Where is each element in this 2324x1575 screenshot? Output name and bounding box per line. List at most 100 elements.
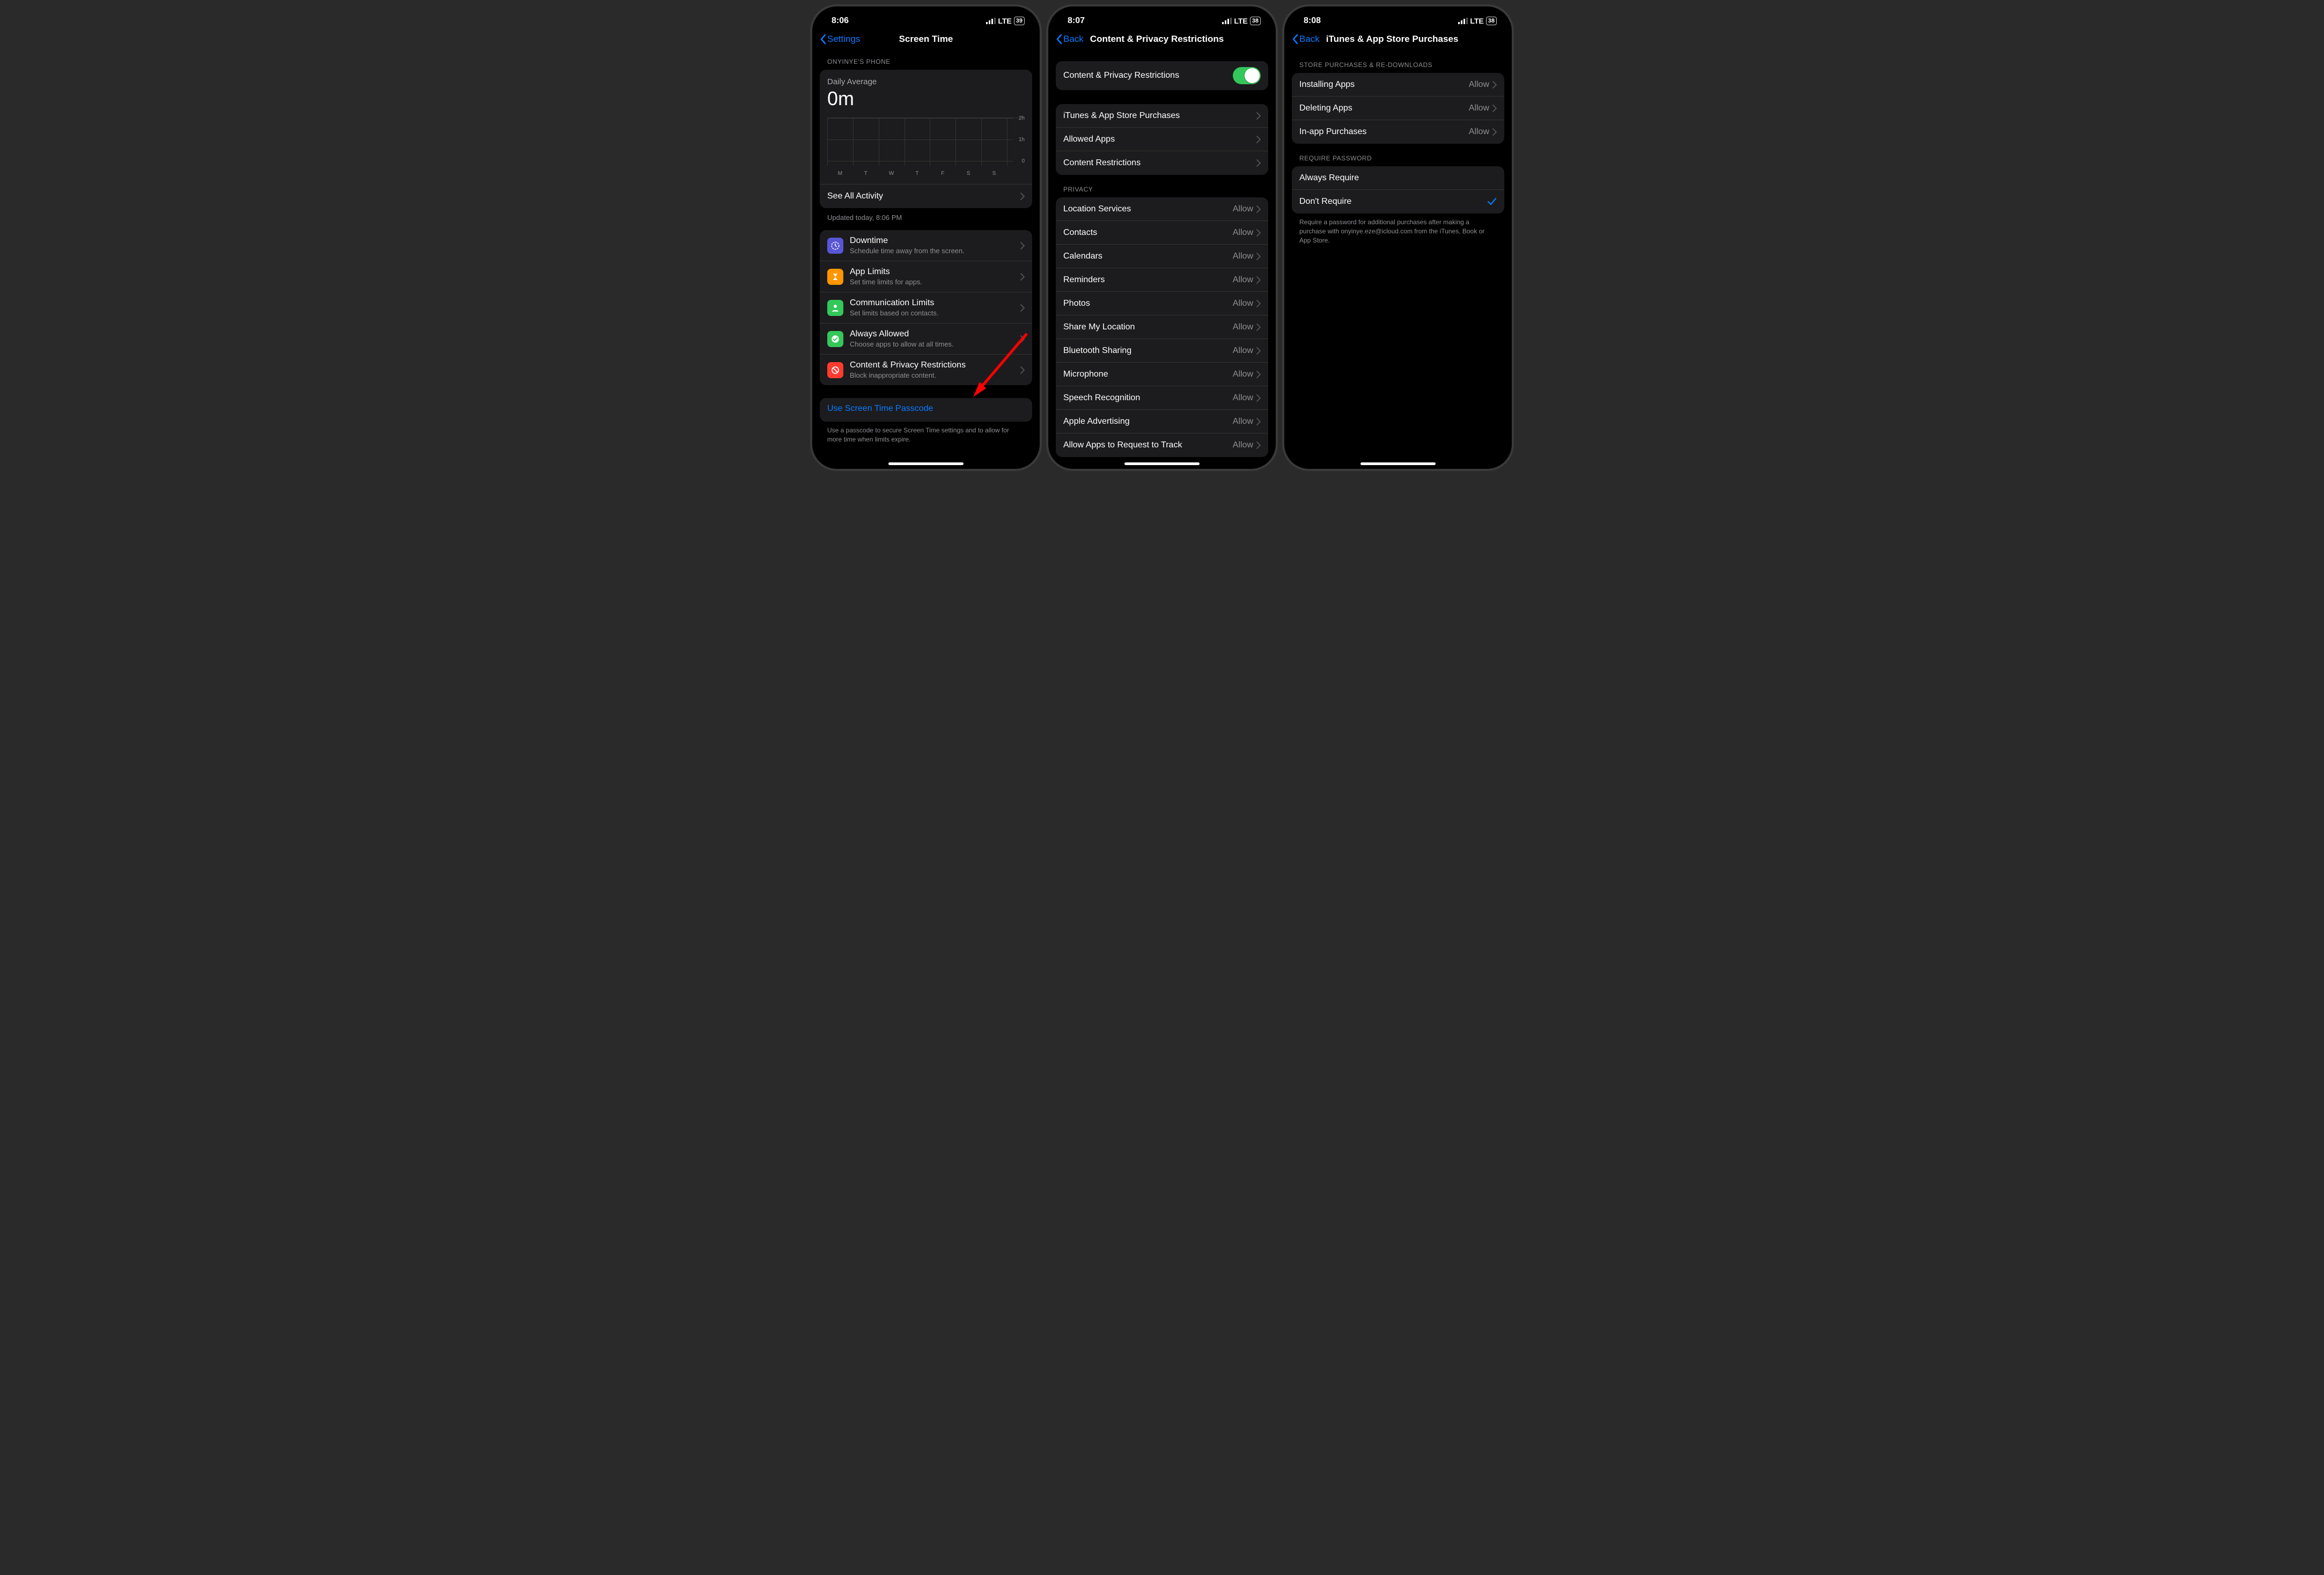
password-header: REQUIRE PASSWORD	[1292, 144, 1504, 166]
privacy-row-location-services[interactable]: Location ServicesAllow	[1056, 197, 1268, 221]
row-label: Installing Apps	[1299, 80, 1355, 90]
row-value: Allow	[1233, 275, 1256, 285]
chevron-right-icon	[1256, 323, 1261, 331]
option-title: Downtime	[850, 236, 965, 246]
option-row-downtime[interactable]: DowntimeSchedule time away from the scre…	[820, 230, 1032, 261]
battery-icon: 38	[1250, 17, 1261, 25]
phone-content-privacy: 8:07 LTE 38 Back Content & Privacy Restr…	[1046, 4, 1278, 471]
row-label: Bluetooth Sharing	[1063, 346, 1131, 356]
chevron-right-icon	[1256, 394, 1261, 402]
signal-icon	[986, 18, 996, 24]
option-subtitle: Set limits based on contacts.	[850, 309, 938, 317]
store-row-in-app-purchases[interactable]: In-app Purchases Allow	[1292, 120, 1504, 144]
row-label: Share My Location	[1063, 322, 1135, 332]
toggle-label: Content & Privacy Restrictions	[1063, 71, 1179, 80]
privacy-row-contacts[interactable]: ContactsAllow	[1056, 221, 1268, 245]
store-row-deleting-apps[interactable]: Deleting AppsAllow	[1292, 97, 1504, 120]
status-network: LTE	[1234, 17, 1247, 25]
device-header: ONYINYE'S PHONE	[820, 50, 1032, 70]
row-itunes-app-store-purchases[interactable]: iTunes & App Store Purchases	[1056, 104, 1268, 128]
row-label: Calendars	[1063, 252, 1102, 261]
usage-chart: 2h 1h 0 M T W T F S S	[827, 117, 1025, 176]
see-all-activity-row[interactable]: See All Activity	[820, 185, 1032, 208]
status-indicators: LTE 38	[1222, 17, 1261, 25]
chevron-right-icon	[1256, 441, 1261, 449]
back-button[interactable]: Back	[1292, 34, 1320, 45]
row-value: Allow	[1469, 127, 1492, 137]
row-value: Allow	[1233, 299, 1256, 308]
password-option-don-t-require[interactable]: Don't Require	[1292, 190, 1504, 214]
chevron-right-icon	[1492, 128, 1497, 136]
row-label: Reminders	[1063, 275, 1105, 285]
option-row-content-privacy-restrictions[interactable]: Content & Privacy RestrictionsBlock inap…	[820, 355, 1032, 385]
privacy-row-apple-advertising[interactable]: Apple AdvertisingAllow	[1056, 410, 1268, 433]
passcode-footer: Use a passcode to secure Screen Time set…	[820, 422, 1032, 444]
privacy-row-share-my-location[interactable]: Share My Location Allow	[1056, 315, 1268, 339]
status-time: 8:08	[1304, 16, 1321, 26]
password-group: Always RequireDon't Require	[1292, 166, 1504, 214]
row-allowed-apps[interactable]: Allowed Apps	[1056, 128, 1268, 151]
status-indicators: LTE 38	[1458, 17, 1497, 25]
content-privacy-toggle[interactable]	[1233, 67, 1261, 84]
store-row-installing-apps[interactable]: Installing AppsAllow	[1292, 73, 1504, 97]
row-label: Content Restrictions	[1063, 158, 1141, 168]
home-indicator[interactable]	[1360, 462, 1436, 465]
back-label: Back	[1299, 34, 1320, 45]
screen-time-options: DowntimeSchedule time away from the scre…	[820, 230, 1032, 385]
store-group: Installing AppsAllowDeleting AppsAllowIn…	[1292, 73, 1504, 144]
chevron-right-icon	[1256, 347, 1261, 355]
chevron-right-icon	[1020, 193, 1025, 200]
nav-bar: Back Content & Privacy Restrictions	[1048, 29, 1276, 50]
privacy-row-photos[interactable]: PhotosAllow	[1056, 292, 1268, 315]
option-subtitle: Choose apps to allow at all times.	[850, 340, 954, 348]
chevron-right-icon	[1020, 335, 1025, 343]
row-label: In-app Purchases	[1299, 127, 1366, 137]
chevron-right-icon	[1020, 366, 1025, 374]
nosign-icon	[827, 362, 843, 378]
option-row-app-limits[interactable]: App LimitsSet time limits for apps.	[820, 261, 1032, 292]
back-button[interactable]: Back	[1056, 34, 1084, 45]
chevron-right-icon	[1256, 159, 1261, 167]
phone-screen-time: 8:06 LTE 39 Settings Screen Time ONYINYE…	[810, 4, 1042, 471]
phone-itunes-purchases: 8:08 LTE 38 Back iTunes & App Store Purc…	[1282, 4, 1514, 471]
home-indicator[interactable]	[1124, 462, 1200, 465]
chevron-right-icon	[1020, 304, 1025, 312]
row-label: Microphone	[1063, 370, 1108, 379]
option-title: Communication Limits	[850, 298, 938, 308]
row-label: Apple Advertising	[1063, 417, 1130, 426]
toggle-card: Content & Privacy Restrictions	[1056, 61, 1268, 90]
back-label: Settings	[827, 34, 860, 45]
back-button[interactable]: Settings	[820, 34, 860, 45]
chevron-right-icon	[1256, 112, 1261, 120]
row-content-restrictions[interactable]: Content Restrictions	[1056, 151, 1268, 175]
privacy-row-bluetooth-sharing[interactable]: Bluetooth SharingAllow	[1056, 339, 1268, 363]
daily-average-label: Daily Average	[827, 77, 1025, 86]
privacy-row-reminders[interactable]: Reminders Allow	[1056, 268, 1268, 292]
option-subtitle: Schedule time away from the screen.	[850, 247, 965, 255]
content-privacy-toggle-row[interactable]: Content & Privacy Restrictions	[1056, 61, 1268, 90]
password-option-always-require[interactable]: Always Require	[1292, 166, 1504, 190]
option-row-always-allowed[interactable]: Always AllowedChoose apps to allow at al…	[820, 323, 1032, 355]
privacy-group: Location ServicesAllowContactsAllowCalen…	[1056, 197, 1268, 457]
updated-text: Updated today, 8:06 PM	[820, 208, 1032, 222]
see-all-label: See All Activity	[827, 192, 883, 201]
signal-icon	[1458, 18, 1468, 24]
privacy-row-calendars[interactable]: CalendarsAllow	[1056, 245, 1268, 268]
use-passcode-link: Use Screen Time Passcode	[827, 404, 933, 414]
passcode-card: Use Screen Time Passcode	[820, 398, 1032, 422]
check-icon	[827, 331, 843, 347]
chevron-right-icon	[1256, 136, 1261, 143]
privacy-row-microphone[interactable]: MicrophoneAllow	[1056, 363, 1268, 386]
use-passcode-row[interactable]: Use Screen Time Passcode	[820, 398, 1032, 422]
row-value: Allow	[1233, 204, 1256, 214]
nav-bar: Settings Screen Time	[812, 29, 1040, 50]
hourglass-icon	[827, 269, 843, 285]
home-indicator[interactable]	[888, 462, 964, 465]
option-row-communication-limits[interactable]: Communication LimitsSet limits based on …	[820, 292, 1032, 323]
privacy-row-speech-recognition[interactable]: Speech RecognitionAllow	[1056, 386, 1268, 410]
person-icon	[827, 300, 843, 316]
chevron-right-icon	[1256, 276, 1261, 284]
row-label: iTunes & App Store Purchases	[1063, 111, 1180, 121]
privacy-row-allow-apps-to-request-to-track[interactable]: Allow Apps to Request to TrackAllow	[1056, 433, 1268, 457]
row-value: Allow	[1233, 322, 1256, 332]
